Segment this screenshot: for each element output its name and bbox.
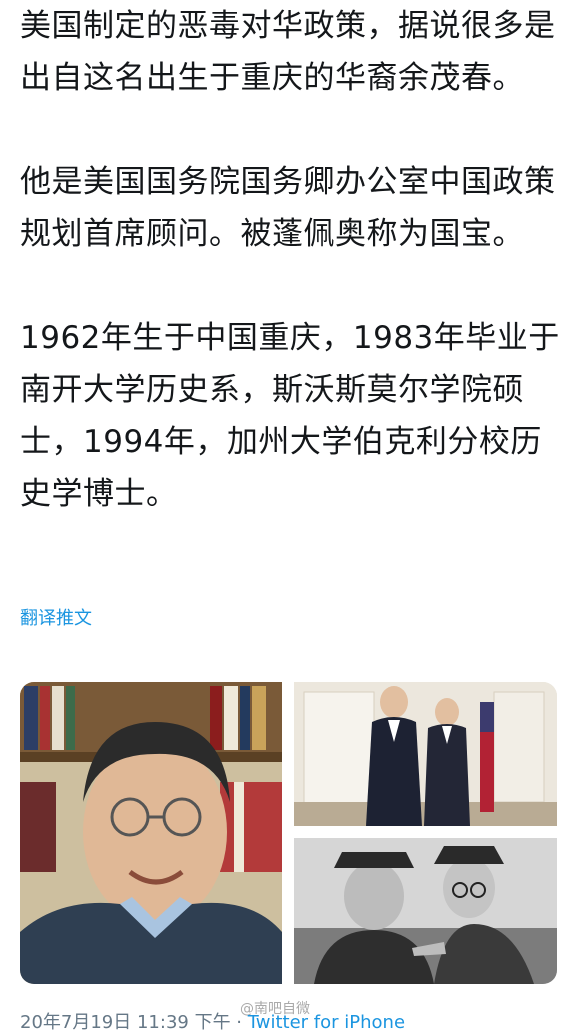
historical-photo[interactable] <box>294 838 557 984</box>
tweet-meta: 20年7月19日 11:39 下午 · Twitter for iPhone <box>20 1008 405 1034</box>
group-photo[interactable] <box>294 682 557 826</box>
tweet-paragraph-3: 1962年生于中国重庆，1983年毕业于南开大学历史系，斯沃斯莫尔学院硕士，19… <box>20 320 560 512</box>
portrait-photo[interactable] <box>20 682 282 984</box>
tweet-paragraph-1: 美国制定的恶毒对华政策，据说很多是出自这名出生于重庆的华裔余茂春。 <box>20 8 556 96</box>
meta-separator: · <box>230 1012 248 1033</box>
historical-photo-image <box>294 838 557 984</box>
portrait-photo-image <box>20 682 282 984</box>
media-grid <box>20 682 557 984</box>
tweet-source-link[interactable]: Twitter for iPhone <box>248 1012 405 1033</box>
tweet-paragraph-2: 他是美国国务院国务卿办公室中国政策规划首席顾问。被蓬佩奥称为国宝。 <box>20 164 556 252</box>
translate-tweet-link[interactable]: 翻译推文 <box>20 604 92 630</box>
group-photo-image <box>294 682 557 826</box>
tweet-text: 美国制定的恶毒对华政策，据说很多是出自这名出生于重庆的华裔余茂春。 他是美国国务… <box>20 0 565 520</box>
tweet-timestamp[interactable]: 20年7月19日 11:39 下午 <box>20 1012 231 1033</box>
